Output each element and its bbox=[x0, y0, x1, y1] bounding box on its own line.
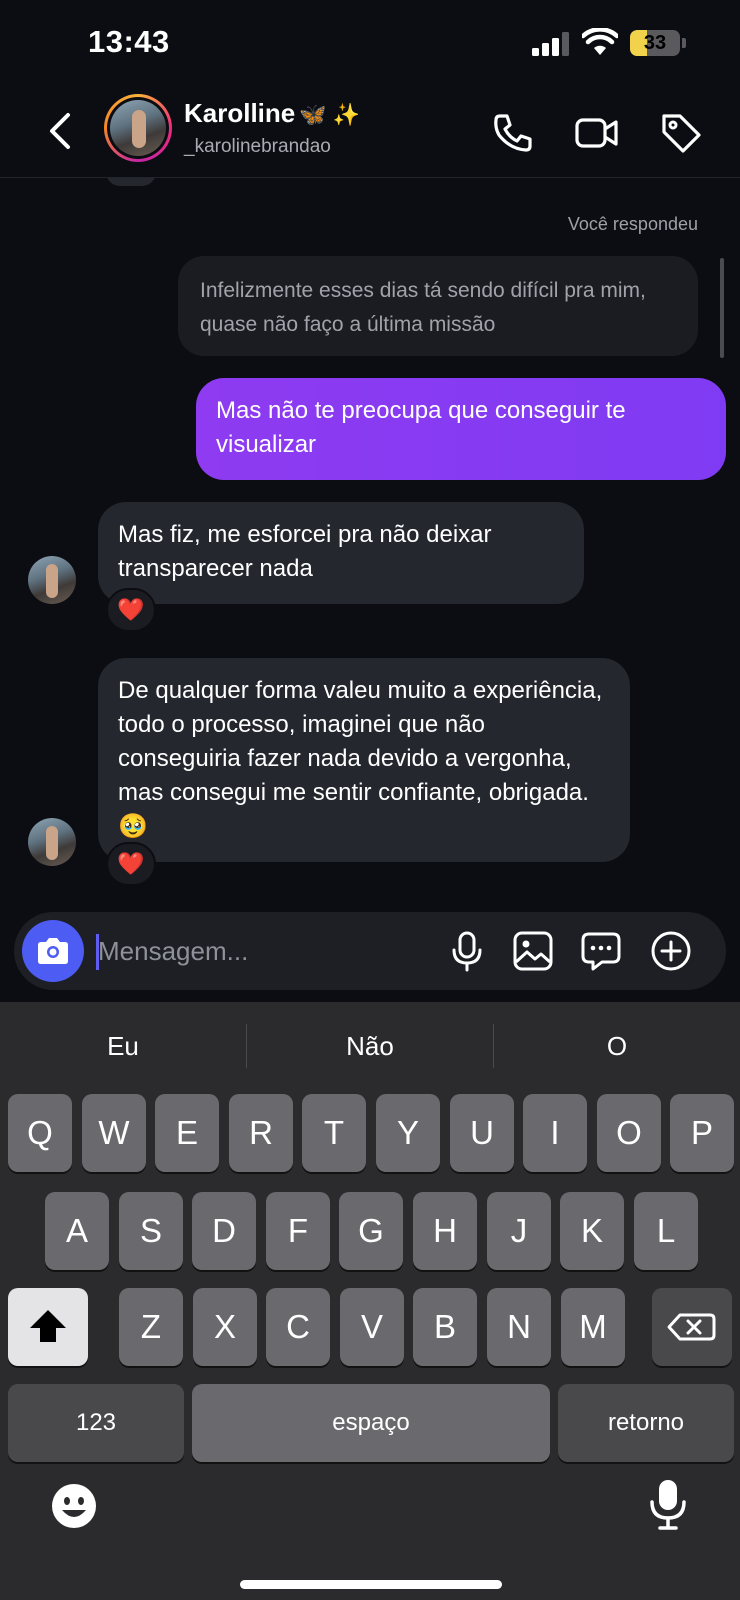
contact-avatar[interactable] bbox=[104, 94, 172, 162]
contact-name-text: Karolline bbox=[184, 98, 296, 128]
name-emojis: 🦋 ✨ bbox=[299, 102, 361, 127]
contact-username[interactable]: _karolinebrandao bbox=[184, 136, 331, 158]
back-button[interactable] bbox=[40, 106, 84, 156]
key-d[interactable]: D bbox=[192, 1192, 256, 1270]
scroll-indicator[interactable] bbox=[720, 258, 724, 358]
shift-arrow-icon bbox=[30, 1310, 66, 1342]
suggestion-item[interactable]: Eu bbox=[0, 1002, 246, 1090]
key-o[interactable]: O bbox=[597, 1094, 661, 1172]
heart-reaction[interactable]: ❤️ bbox=[106, 588, 156, 632]
previous-reaction bbox=[106, 178, 156, 186]
cellular-signal-icon bbox=[532, 32, 569, 56]
contact-name[interactable]: Karolline 🦋 ✨ bbox=[184, 98, 360, 129]
return-key[interactable]: retorno bbox=[558, 1384, 734, 1462]
sender-avatar[interactable] bbox=[28, 556, 76, 604]
sent-message-bubble[interactable]: Mas não te preocupa que conseguir te vis… bbox=[196, 378, 726, 480]
key-x[interactable]: X bbox=[193, 1288, 257, 1366]
battery-indicator: 33 bbox=[630, 30, 686, 56]
backspace-icon bbox=[667, 1313, 716, 1341]
key-y[interactable]: Y bbox=[376, 1094, 440, 1172]
key-h[interactable]: H bbox=[413, 1192, 477, 1270]
key-z[interactable]: Z bbox=[119, 1288, 183, 1366]
key-e[interactable]: E bbox=[155, 1094, 219, 1172]
message-thread[interactable]: Você respondeu Infelizmente esses dias t… bbox=[0, 178, 740, 908]
space-key[interactable]: espaço bbox=[192, 1384, 550, 1462]
avatar-photo bbox=[110, 100, 166, 156]
key-a[interactable]: A bbox=[45, 1192, 109, 1270]
chat-header: Karolline 🦋 ✨ _karolinebrandao bbox=[0, 88, 740, 178]
home-indicator[interactable] bbox=[240, 1580, 502, 1589]
key-b[interactable]: B bbox=[413, 1288, 477, 1366]
keyboard: Eu Não O QWERTYUIOPASDFGHJKLZXCVBNM 123 … bbox=[0, 1002, 740, 1600]
key-l[interactable]: L bbox=[634, 1192, 698, 1270]
message-composer bbox=[14, 912, 726, 990]
suggestion-item[interactable]: Não bbox=[247, 1002, 493, 1090]
phone-call-button[interactable] bbox=[490, 110, 536, 156]
key-r[interactable]: R bbox=[229, 1094, 293, 1172]
received-message-bubble[interactable]: Mas fiz, me esforcei pra não deixar tran… bbox=[98, 502, 584, 604]
shift-key[interactable] bbox=[8, 1288, 88, 1366]
key-t[interactable]: T bbox=[302, 1094, 366, 1172]
key-g[interactable]: G bbox=[339, 1192, 403, 1270]
numbers-key[interactable]: 123 bbox=[8, 1384, 184, 1462]
replied-label: Você respondeu bbox=[567, 214, 698, 234]
status-time: 13:43 bbox=[88, 24, 170, 59]
status-bar: 13:43 33 bbox=[0, 0, 740, 88]
suggestion-item[interactable]: O bbox=[494, 1002, 740, 1090]
wifi-icon bbox=[582, 28, 618, 55]
key-k[interactable]: K bbox=[560, 1192, 624, 1270]
tag-button[interactable] bbox=[658, 110, 704, 156]
backspace-key[interactable] bbox=[652, 1288, 732, 1366]
key-c[interactable]: C bbox=[266, 1288, 330, 1366]
dictation-button[interactable] bbox=[646, 1476, 690, 1532]
camera-icon bbox=[38, 938, 68, 964]
key-f[interactable]: F bbox=[266, 1192, 330, 1270]
key-i[interactable]: I bbox=[523, 1094, 587, 1172]
key-u[interactable]: U bbox=[450, 1094, 514, 1172]
battery-percent: 33 bbox=[643, 32, 667, 54]
microphone-button[interactable] bbox=[446, 930, 488, 972]
key-w[interactable]: W bbox=[82, 1094, 146, 1172]
key-v[interactable]: V bbox=[340, 1288, 404, 1366]
emoji-keyboard-button[interactable] bbox=[50, 1482, 98, 1530]
received-message-bubble[interactable]: De qualquer forma valeu muito a experiên… bbox=[98, 658, 630, 862]
key-m[interactable]: M bbox=[561, 1288, 625, 1366]
message-input[interactable] bbox=[98, 930, 418, 972]
video-call-button[interactable] bbox=[574, 110, 620, 156]
key-p[interactable]: P bbox=[670, 1094, 734, 1172]
key-s[interactable]: S bbox=[119, 1192, 183, 1270]
replied-message-bubble[interactable]: Infelizmente esses dias tá sendo difícil… bbox=[178, 256, 698, 356]
plus-circle-button[interactable] bbox=[650, 930, 692, 972]
gallery-button[interactable] bbox=[512, 930, 554, 972]
camera-button[interactable] bbox=[22, 920, 84, 982]
key-j[interactable]: J bbox=[487, 1192, 551, 1270]
key-n[interactable]: N bbox=[487, 1288, 551, 1366]
key-q[interactable]: Q bbox=[8, 1094, 72, 1172]
heart-reaction[interactable]: ❤️ bbox=[106, 842, 156, 886]
sender-avatar[interactable] bbox=[28, 818, 76, 866]
sticker-button[interactable] bbox=[580, 930, 622, 972]
